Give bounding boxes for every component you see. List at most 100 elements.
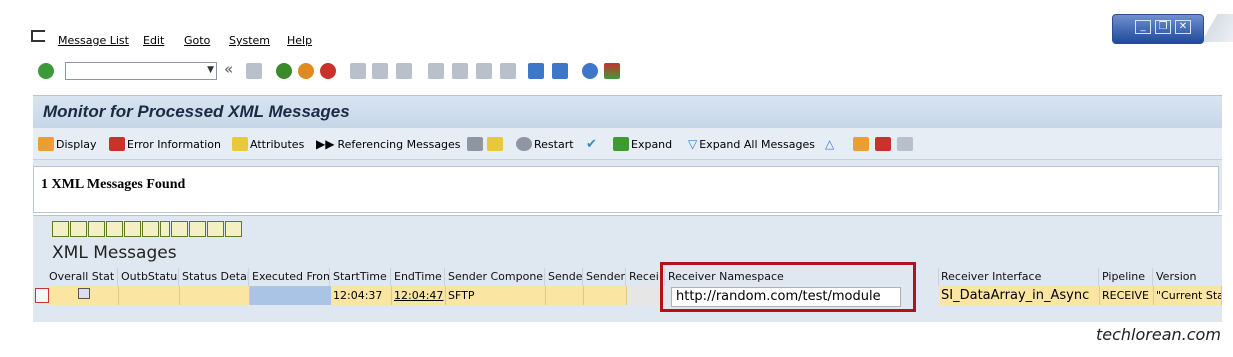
help-icon[interactable]: [582, 63, 598, 79]
lock-icon: [487, 137, 503, 151]
refresh-button[interactable]: [467, 137, 485, 151]
sort-desc-icon[interactable]: [88, 221, 105, 237]
sort-asc-icon[interactable]: [70, 221, 87, 237]
history-back-icon[interactable]: «: [224, 60, 233, 78]
restart-label: Restart: [534, 138, 574, 151]
exit-icon[interactable]: [298, 63, 314, 79]
details-icon[interactable]: [52, 221, 69, 237]
collapse-icon: △: [825, 137, 835, 151]
watermark: techlorean.com: [1096, 325, 1221, 344]
last-page-icon[interactable]: [500, 63, 516, 79]
cell-sender-party: [546, 286, 584, 305]
find-icon[interactable]: [106, 221, 123, 237]
menu-bar: Message List Edit Goto System Help: [0, 0, 1233, 55]
table-row[interactable]: 12:04:37 12:04:47 SFTP SI_DataArray_in_A…: [35, 286, 1222, 305]
error-icon: [109, 137, 125, 151]
col-overall-status[interactable]: Overall Stat: [35, 268, 118, 286]
restore-button[interactable]: ❐: [1155, 20, 1171, 34]
new-session-icon[interactable]: [528, 63, 544, 79]
lock-button[interactable]: [487, 137, 505, 151]
view-icon[interactable]: [189, 221, 206, 237]
expand-all-button[interactable]: ▽ Expand All Messages: [688, 137, 815, 151]
close-button[interactable]: ✕: [1175, 20, 1191, 34]
menu-edit[interactable]: Edit: [143, 34, 164, 47]
expand-button[interactable]: Expand: [613, 137, 672, 151]
display-label: Display: [56, 138, 97, 151]
checkmark-button[interactable]: ✔: [586, 137, 597, 152]
cell-start-time: 12:04:37: [331, 286, 392, 305]
col-sender[interactable]: Sender: [584, 268, 626, 286]
export-icon[interactable]: [207, 221, 224, 237]
help-button[interactable]: [875, 137, 893, 151]
col-receiver-interface[interactable]: Receiver Interface: [939, 268, 1099, 286]
display-button[interactable]: Display: [38, 137, 97, 151]
find-next-icon[interactable]: [124, 221, 141, 237]
menu-goto[interactable]: Goto: [184, 34, 210, 47]
menu-icon[interactable]: [31, 30, 45, 42]
col-start-time[interactable]: StartTime: [331, 268, 391, 286]
cell-receiver-interface: SI_DataArray_in_Async: [939, 286, 1100, 305]
expand-all-icon: ▽: [688, 137, 698, 151]
menu-system[interactable]: System: [229, 34, 270, 47]
window-controls: _ ❐ ✕: [1112, 14, 1204, 44]
first-page-icon[interactable]: [428, 63, 444, 79]
minimize-button[interactable]: _: [1135, 20, 1151, 34]
cell-end-time[interactable]: 12:04:47: [392, 286, 446, 305]
save-icon[interactable]: [246, 63, 262, 79]
col-outb-status[interactable]: OutbStatus: [119, 268, 179, 286]
application-toolbar: Display Error Information Attributes ▶▶ R…: [33, 128, 1222, 160]
print-icon[interactable]: [350, 63, 366, 79]
list-button[interactable]: [897, 137, 915, 151]
col-executed-from[interactable]: Executed From: [250, 268, 330, 286]
cell-pipeline: RECEIVE: [1100, 286, 1154, 305]
expand-label: Expand: [631, 138, 673, 151]
cell-executed-from: [250, 286, 331, 305]
layout-icon[interactable]: [225, 221, 242, 237]
col-sender-component[interactable]: Sender Component: [446, 268, 545, 286]
title-bar: Monitor for Processed XML Messages: [33, 95, 1222, 128]
back-nav-icon[interactable]: [276, 63, 292, 79]
cell-outb-status: [119, 286, 180, 305]
shortcut-icon[interactable]: [552, 63, 568, 79]
attributes-button[interactable]: Attributes: [232, 137, 304, 151]
cell-version: "Current Stat: [1154, 286, 1222, 305]
collapse-button[interactable]: △: [825, 137, 834, 151]
error-information-label: Error Information: [127, 138, 221, 151]
page-title: Monitor for Processed XML Messages: [43, 102, 350, 121]
col-pipeline[interactable]: Pipeline: [1100, 268, 1153, 286]
restart-button[interactable]: Restart: [516, 137, 574, 151]
find-next-icon[interactable]: [396, 63, 412, 79]
attributes-icon: [232, 137, 248, 151]
error-information-button[interactable]: Error Information: [109, 137, 221, 151]
refresh-icon: [467, 137, 483, 151]
prev-page-icon[interactable]: [452, 63, 468, 79]
row-selector[interactable]: [35, 288, 49, 303]
check-icon[interactable]: [38, 63, 54, 79]
print-icon[interactable]: [171, 221, 188, 237]
col-sender-party[interactable]: Sende: [546, 268, 583, 286]
find-icon[interactable]: [372, 63, 388, 79]
messages-found-text: 1 XML Messages Found: [41, 177, 186, 192]
referencing-messages-label: Referencing Messages: [337, 138, 461, 151]
customize-icon[interactable]: [604, 63, 620, 79]
col-version[interactable]: Version: [1154, 268, 1222, 286]
menu-help[interactable]: Help: [287, 34, 312, 47]
table-header: Overall Stat OutbStatus Status Detai Exe…: [35, 268, 1222, 286]
referencing-messages-button[interactable]: ▶▶ Referencing Messages: [316, 137, 461, 151]
next-page-icon[interactable]: [476, 63, 492, 79]
checkmark-icon: ✔: [586, 137, 597, 152]
filter-icon[interactable]: [142, 221, 159, 237]
window-decoration: [1200, 14, 1233, 42]
command-field[interactable]: ▼: [65, 62, 217, 80]
chevron-down-icon[interactable]: ▼: [207, 65, 214, 75]
col-end-time[interactable]: EndTime: [392, 268, 445, 286]
status-icon: [78, 288, 90, 299]
restart-icon: [516, 137, 532, 151]
results-message-box: 1 XML Messages Found: [33, 166, 1219, 213]
col-status-detail[interactable]: Status Detai: [180, 268, 249, 286]
cell-overall-status: [50, 286, 119, 305]
menu-message-list[interactable]: Message List: [58, 34, 129, 47]
filter-dropdown-icon[interactable]: [160, 221, 170, 237]
cancel-icon[interactable]: [320, 63, 336, 79]
configure-button[interactable]: [853, 137, 871, 151]
